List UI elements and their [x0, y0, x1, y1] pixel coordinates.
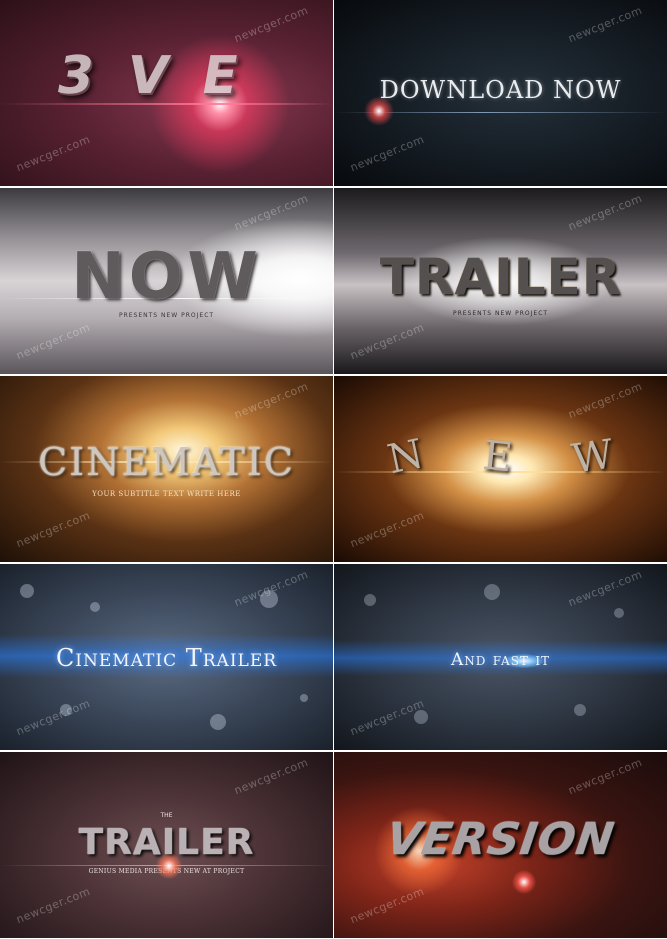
title-letter: N — [383, 430, 428, 484]
watermark: newcger.com — [14, 696, 93, 739]
tile-title: And fast it — [450, 650, 551, 670]
tile-title: CINEMATIC — [38, 440, 295, 484]
watermark: newcger.com — [14, 884, 93, 927]
tile-2: DOWNLOAD NOW newcger.com newcger.com — [334, 0, 667, 186]
tile-title: Cinematic Trailer — [55, 644, 278, 672]
tile-subtitle: PRESENTS NEW PROJECT — [452, 310, 549, 317]
bokeh-particle — [484, 584, 500, 600]
tile-8: And fast it newcger.com newcger.com — [334, 564, 667, 750]
tile-6: N E W newcger.com newcger.com — [334, 376, 667, 562]
tile-subtitle: YOUR SUBTITLE TEXT WRITE HERE — [92, 490, 241, 498]
tile-subtitle: PRESENTS NEW PROJECT — [118, 312, 215, 319]
title-letter: E — [480, 432, 515, 482]
lens-flare — [512, 870, 536, 894]
tile-5: CINEMATIC YOUR SUBTITLE TEXT WRITE HERE … — [0, 376, 333, 562]
watermark: newcger.com — [348, 508, 427, 551]
watermark: newcger.com — [348, 320, 427, 363]
watermark: newcger.com — [232, 3, 311, 46]
watermark: newcger.com — [14, 508, 93, 551]
bokeh-particle — [20, 584, 34, 598]
tile-title: 3 V E — [52, 46, 251, 106]
tile-9: THE TRAILER GENIUS MEDIA PRESENTS NEW AT… — [0, 752, 333, 938]
tile-3: NOW PRESENTS NEW PROJECT newcger.com new… — [0, 188, 333, 374]
watermark: newcger.com — [566, 191, 645, 234]
tile-pretitle: THE — [160, 812, 173, 819]
watermark: newcger.com — [566, 379, 645, 422]
bokeh-particle — [210, 714, 226, 730]
bokeh-particle — [300, 694, 308, 702]
bokeh-particle — [364, 594, 376, 606]
tile-4: TRAILER PRESENTS NEW PROJECT newcger.com… — [334, 188, 667, 374]
tile-title: VERSION — [383, 814, 618, 865]
tile-title: NOW — [71, 240, 262, 314]
tile-title: NEW — [334, 430, 667, 484]
tile-title: TRAILER — [379, 248, 622, 306]
tile-1: 3 V E newcger.com newcger.com — [0, 0, 333, 186]
watermark: newcger.com — [566, 755, 645, 798]
bokeh-particle — [574, 704, 586, 716]
watermark: newcger.com — [348, 884, 427, 927]
watermark: newcger.com — [14, 320, 93, 363]
watermark: newcger.com — [566, 3, 645, 46]
watermark: newcger.com — [232, 755, 311, 798]
tile-title: DOWNLOAD NOW — [379, 76, 622, 104]
bokeh-particle — [90, 602, 100, 612]
watermark: newcger.com — [232, 379, 311, 422]
tile-7: Cinematic Trailer newcger.com newcger.co… — [0, 564, 333, 750]
watermark: newcger.com — [14, 132, 93, 175]
thumbnail-grid: 3 V E newcger.com newcger.com DOWNLOAD N… — [0, 0, 667, 939]
lens-flare — [156, 853, 182, 879]
bokeh-particle — [614, 608, 624, 618]
title-letter: W — [569, 431, 617, 483]
watermark: newcger.com — [566, 567, 645, 610]
watermark: newcger.com — [348, 132, 427, 175]
tile-10: VERSION newcger.com newcger.com — [334, 752, 667, 938]
